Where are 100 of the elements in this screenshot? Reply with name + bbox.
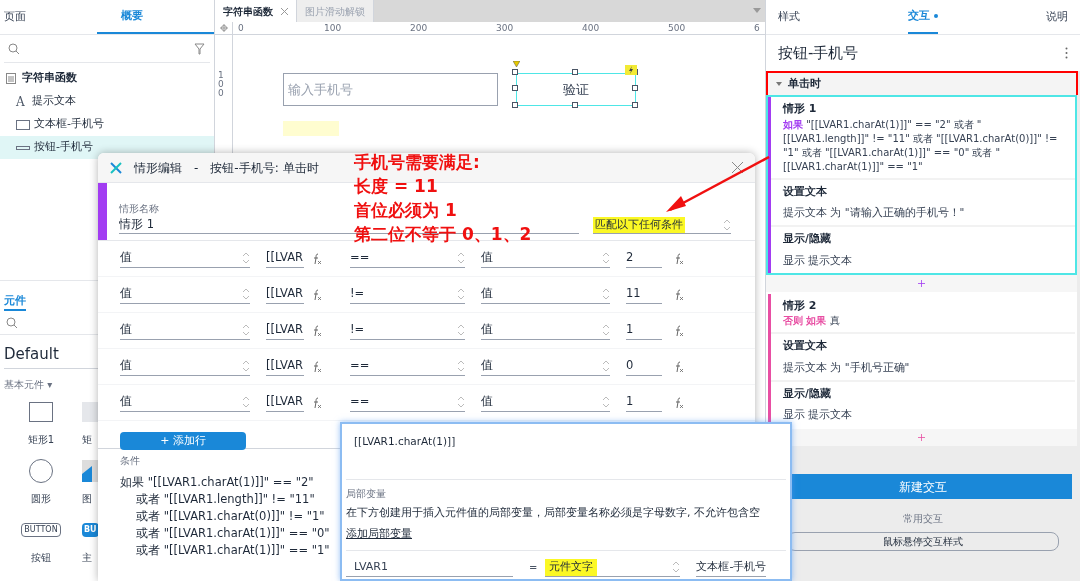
function-icon[interactable] — [674, 252, 684, 265]
dialog-subtitle: 按钮-手机号: 单击时 — [210, 159, 319, 177]
resize-handle[interactable] — [632, 85, 638, 91]
subject-dropdown[interactable]: 值 — [120, 357, 250, 376]
ruler-label: 0 — [238, 22, 244, 34]
resize-handle[interactable] — [512, 102, 518, 108]
add-case-icon[interactable] — [918, 279, 925, 287]
compare-dropdown[interactable]: 值 — [481, 285, 610, 304]
widget-title: 按钮-手机号 — [778, 42, 859, 64]
expression-field[interactable]: [[LVAR1.charAt(1)]] — [354, 435, 456, 447]
value-field[interactable]: 1 — [626, 321, 662, 340]
stepper-icon — [672, 560, 681, 575]
stepper-icon — [457, 287, 465, 301]
stepper-icon — [242, 251, 250, 265]
close-icon[interactable] — [281, 7, 288, 15]
condition-line: 或者 "[[LVAR1.charAt(0)]]" != "1" — [135, 508, 325, 525]
rectangle-icon[interactable] — [29, 401, 53, 422]
equals-sign: = — [529, 561, 538, 576]
primary-button-icon[interactable]: BU — [82, 522, 99, 537]
more-icon[interactable] — [1065, 47, 1068, 59]
logo-icon — [110, 161, 122, 174]
resize-handle[interactable] — [512, 69, 518, 75]
search-icon[interactable] — [6, 316, 18, 329]
page-name[interactable]: 字符串函数 — [22, 70, 77, 87]
operator-dropdown[interactable]: == — [350, 249, 465, 268]
phone-input-field[interactable]: 输入手机号 — [283, 73, 498, 106]
annotation-text: 手机号需要满足: — [354, 151, 481, 174]
field-icon — [16, 119, 30, 130]
highlight-box — [283, 121, 339, 136]
search-icon[interactable] — [8, 42, 20, 55]
function-icon[interactable] — [312, 252, 322, 265]
target-field[interactable]: [[LVAR — [266, 393, 304, 412]
function-icon[interactable] — [312, 360, 322, 373]
target-field[interactable]: [[LVAR — [266, 249, 304, 268]
function-icon[interactable] — [312, 324, 322, 337]
panel-tab[interactable]: 交互 — [908, 0, 938, 34]
compare-dropdown[interactable]: 值 — [481, 393, 610, 412]
value-field[interactable]: 0 — [626, 357, 662, 376]
text-icon: A — [16, 92, 28, 111]
section-label[interactable]: 基本元件 ▾ — [0, 376, 57, 392]
resize-handle[interactable] — [512, 85, 518, 91]
operator-dropdown[interactable]: == — [350, 357, 465, 376]
widget-label: 圆形 — [31, 491, 51, 506]
variable-type-dropdown[interactable]: 元件文字 — [545, 559, 681, 577]
resize-handle[interactable] — [572, 69, 578, 75]
resize-handle[interactable] — [572, 102, 578, 108]
target-field[interactable]: [[LVAR — [266, 357, 304, 376]
subject-dropdown[interactable]: 值 — [120, 285, 250, 304]
function-icon[interactable] — [674, 288, 684, 301]
case-card[interactable] — [766, 95, 1077, 275]
function-icon[interactable] — [674, 324, 684, 337]
subject-dropdown[interactable]: 值 — [120, 249, 250, 268]
outline-item[interactable]: A 提示文本 — [0, 90, 214, 113]
dialog-title: 情形编辑 — [134, 159, 182, 177]
function-icon[interactable] — [674, 396, 684, 409]
ruler-label: 500 — [668, 22, 686, 34]
close-icon[interactable] — [732, 162, 743, 173]
stepper-icon — [457, 359, 465, 373]
subject-dropdown[interactable]: 值 — [120, 393, 250, 412]
function-icon[interactable] — [312, 288, 322, 301]
variable-target-dropdown[interactable]: 文本框-手机号 — [696, 559, 767, 577]
case-condition: 如果 "[[LVAR1.charAt(1)]]" == "2" 或者 "[[LVAR1.length]]" != "11" 或者 "[[LVAR1.charAt(0)]]" != "1" 或者 "[[LVAR1.charAt(1)]]" == "0" 或者 "[[LVAR1.charAt(1)]]" == "1" — [783, 117, 1059, 174]
compare-dropdown[interactable]: 值 — [481, 249, 610, 268]
resize-handle[interactable] — [632, 102, 638, 108]
value-field[interactable]: 1 — [626, 393, 662, 412]
outline-item[interactable]: 文本框-手机号 — [0, 113, 214, 136]
panel-tab[interactable]: 说明 — [1046, 0, 1068, 34]
operator-dropdown[interactable]: != — [350, 321, 465, 340]
add-variable-link[interactable]: 添加局部变量 — [346, 525, 412, 542]
operator-dropdown[interactable]: == — [350, 393, 465, 412]
lightning-icon — [625, 65, 637, 75]
variable-name-field[interactable]: LVAR1 — [346, 559, 513, 577]
stepper-icon — [602, 359, 610, 373]
stepper-icon — [457, 251, 465, 265]
button-icon[interactable]: BUTTON — [21, 522, 61, 537]
condition-line: 或者 "[[LVAR1.charAt(1)]]" == "0" — [135, 525, 330, 542]
ruler-label: 100 — [218, 71, 225, 98]
stepper-icon — [242, 395, 250, 409]
filter-icon[interactable] — [194, 42, 206, 55]
panel-tab[interactable]: 页面 — [0, 0, 97, 34]
document-tab[interactable]: 字符串函数 — [215, 0, 297, 22]
value-field[interactable]: 2 — [626, 249, 662, 268]
subject-dropdown[interactable]: 值 — [120, 321, 250, 340]
function-icon[interactable] — [312, 396, 322, 409]
target-field[interactable]: [[LVAR — [266, 285, 304, 304]
case-card[interactable]: 情形 2 否则 如果 真 设置文本 提示文本 为 "手机号正确" 显示/隐藏 显示 提示文本 — [766, 291, 1077, 429]
operator-dropdown[interactable]: != — [350, 285, 465, 304]
add-case-icon[interactable] — [918, 434, 925, 441]
function-icon[interactable] — [674, 360, 684, 373]
value-field[interactable]: 11 — [626, 285, 662, 304]
section-label: 常用交互 — [903, 512, 943, 526]
compare-dropdown[interactable]: 值 — [481, 321, 610, 340]
target-field[interactable]: [[LVAR — [266, 321, 304, 340]
panel-tab[interactable]: 样式 — [778, 0, 800, 34]
stepper-icon — [602, 323, 610, 337]
compare-dropdown[interactable]: 值 — [481, 357, 610, 376]
add-row-button[interactable]: + 添加行 — [120, 432, 246, 451]
panel-tab[interactable]: 元件 — [4, 292, 26, 311]
ruler-label: 400 — [582, 22, 600, 34]
collapse-caret-icon[interactable] — [776, 81, 782, 87]
